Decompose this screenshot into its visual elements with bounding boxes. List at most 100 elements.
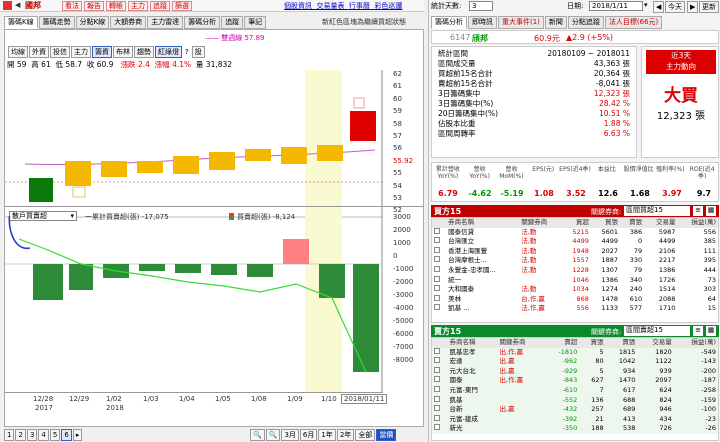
broker-name[interactable]: 台新 <box>447 405 497 415</box>
range-current[interactable]: 當價 <box>376 429 397 441</box>
toolbar-chip[interactable]: 籌資 <box>92 46 112 58</box>
toolbar-trust[interactable]: 投信 <box>50 46 70 58</box>
broker-name[interactable]: 宏達 <box>447 357 497 367</box>
toolbar-foreign[interactable]: 外資 <box>29 46 49 58</box>
link-calendar[interactable]: 行事曆 <box>349 2 370 10</box>
page-4[interactable]: 4 <box>38 429 49 441</box>
table-row[interactable]: 香港上海匯豐 法,動 1948 2027 79 2106 111 <box>432 246 718 257</box>
page-5[interactable]: 5 <box>49 429 61 441</box>
toolbar-ma[interactable]: 均線 <box>8 46 28 58</box>
broker-name[interactable]: 元大台北 <box>447 367 497 377</box>
broker-name[interactable]: 元富-建成 <box>447 415 497 425</box>
row-checkbox[interactable] <box>432 256 446 266</box>
zoom-out-icon[interactable]: 🔍 <box>250 429 265 441</box>
tab-track[interactable]: 追蹤 <box>221 16 244 29</box>
tab-main-radar[interactable]: 主力雷達 <box>147 16 184 29</box>
table-row[interactable]: 凱基 ... 法,作,贏 556 1133 577 1710 15 <box>432 304 718 314</box>
table-row[interactable]: 凱基忠孝 出,作,贏 -1810 5 1815 1820 -549 <box>432 347 718 358</box>
toolbar-bollinger[interactable]: 布林 <box>113 46 133 58</box>
sell-select[interactable]: 區間賣超15 <box>624 326 690 336</box>
broker-name[interactable]: 凱基 ... <box>446 304 519 314</box>
broker-name[interactable]: 國泰信貸 <box>446 228 519 238</box>
header-btn-transfer[interactable]: 轉帳 <box>106 1 126 11</box>
broker-name[interactable]: 香港上海匯豐 <box>446 247 519 257</box>
broker-name[interactable]: 新光 <box>447 424 497 434</box>
broker-name[interactable]: 台灣匯立 <box>446 237 519 247</box>
table-row[interactable]: 國泰信貸 法,動 5215 5601 386 5987 556 <box>432 227 718 238</box>
link-patrol[interactable]: 彩色巡邏 <box>374 2 402 10</box>
broker-name[interactable]: 國泰 <box>447 376 497 386</box>
prev-day-icon[interactable]: ◀ <box>653 1 665 13</box>
prev-arrow-icon[interactable]: ◀ <box>15 1 20 9</box>
range-2y[interactable]: 2年 <box>336 429 355 441</box>
row-checkbox[interactable] <box>432 285 446 295</box>
tab-target[interactable]: 法人目標(66元) <box>604 16 663 29</box>
row-checkbox[interactable] <box>432 275 446 286</box>
tab-news[interactable]: 新聞 <box>544 16 567 29</box>
row-checkbox[interactable] <box>432 395 447 406</box>
tab-notes[interactable]: 筆記 <box>244 16 267 29</box>
broker-name[interactable]: 統一 <box>446 276 519 286</box>
row-checkbox[interactable] <box>432 347 447 358</box>
toolbar-traffic[interactable]: 紅綠燈 <box>155 46 182 58</box>
help-icon[interactable]: ? <box>183 47 191 57</box>
tab-branch-kline[interactable]: 分點K線 <box>75 16 110 29</box>
broker-name[interactable]: 凱基忠孝 <box>447 348 497 358</box>
row-checkbox[interactable] <box>432 376 447 386</box>
table-row[interactable]: 國泰 出,作,贏 -843 627 1470 2097 -187 <box>432 376 718 386</box>
header-btn-report[interactable]: 報告 <box>84 1 104 11</box>
sell-list-icon[interactable]: ≡ <box>693 326 703 336</box>
table-row[interactable]: 元富-東門 -610 7 617 624 -258 <box>432 385 718 396</box>
range-3m[interactable]: 3月 <box>281 429 299 441</box>
menu-icon[interactable] <box>3 1 12 10</box>
broker-name[interactable]: 永豐金-忠孝國... <box>446 266 519 276</box>
row-checkbox[interactable] <box>432 424 447 434</box>
page-2[interactable]: 2 <box>15 429 26 441</box>
broker-name[interactable]: 大和國泰 <box>446 285 519 295</box>
toolbar-settings[interactable]: 設 <box>191 46 205 58</box>
table-row[interactable]: 元富-建成 -392 21 413 434 -23 <box>432 414 718 425</box>
tab-branch-track[interactable]: 分點追蹤 <box>567 16 604 29</box>
link-stock-info[interactable]: 個股資訊 <box>284 2 312 10</box>
next-day-icon[interactable]: ▶ <box>687 1 699 13</box>
sell-grid-icon[interactable]: ▦ <box>706 326 716 336</box>
row-checkbox[interactable] <box>432 366 447 377</box>
tab-chip-analysis-right[interactable]: 籌碼分析 <box>431 16 467 29</box>
row-checkbox[interactable] <box>432 414 447 425</box>
buy-select[interactable]: 區間買超15 <box>624 206 690 216</box>
broker-name[interactable]: 元富-東門 <box>447 386 497 396</box>
tab-events[interactable]: 重大事件(1) <box>498 16 544 29</box>
row-checkbox[interactable] <box>432 304 446 314</box>
table-row[interactable]: 美林 台,作,贏 868 1478 610 2088 64 <box>432 294 718 305</box>
header-btn-view[interactable]: 看法 <box>62 1 82 11</box>
header-btn-main[interactable]: 主力 <box>128 1 148 11</box>
table-row[interactable]: 統一 1046 1386 340 1726 73 <box>432 275 718 286</box>
row-checkbox[interactable] <box>432 357 447 367</box>
page-3[interactable]: 3 <box>26 429 38 441</box>
table-row[interactable]: 台灣摩根士... 法,動 1557 1887 330 2217 395 <box>432 256 718 266</box>
tab-chip-analysis[interactable]: 籌碼分析 <box>184 16 221 29</box>
tab-chip-trend[interactable]: 籌碼走勢 <box>38 16 75 29</box>
refresh-button[interactable]: 更新 <box>699 1 719 13</box>
header-btn-filter[interactable]: 篩選 <box>172 1 192 11</box>
tab-instant[interactable]: 即時訊 <box>468 16 497 29</box>
buy-list-icon[interactable]: ≡ <box>693 206 703 216</box>
broker-name[interactable]: 凱基 <box>447 396 497 406</box>
toolbar-main[interactable]: 主力 <box>71 46 91 58</box>
header-btn-track[interactable]: 追蹤 <box>150 1 170 11</box>
row-checkbox[interactable] <box>432 405 447 415</box>
page-1[interactable]: 1 <box>4 429 15 441</box>
row-checkbox[interactable] <box>432 246 446 257</box>
row-checkbox[interactable] <box>432 385 447 396</box>
broker-name[interactable]: 台灣摩根士... <box>446 256 519 266</box>
buy-grid-icon[interactable]: ▦ <box>706 206 716 216</box>
date-input[interactable]: 2018/1/11 <box>589 1 643 11</box>
link-volume-table[interactable]: 交易量表 <box>316 2 344 10</box>
tab-large-broker[interactable]: 大額券商 <box>110 16 147 29</box>
row-checkbox[interactable] <box>432 227 446 238</box>
table-row[interactable]: 台灣匯立 法,動 4499 4499 0 4499 385 <box>432 237 718 247</box>
table-row[interactable]: 新光 -350 188 538 726 -26 <box>432 424 718 434</box>
row-checkbox[interactable] <box>432 294 446 305</box>
zoom-in-icon[interactable]: 🔍 <box>265 429 281 441</box>
range-1y[interactable]: 1年 <box>318 429 336 441</box>
